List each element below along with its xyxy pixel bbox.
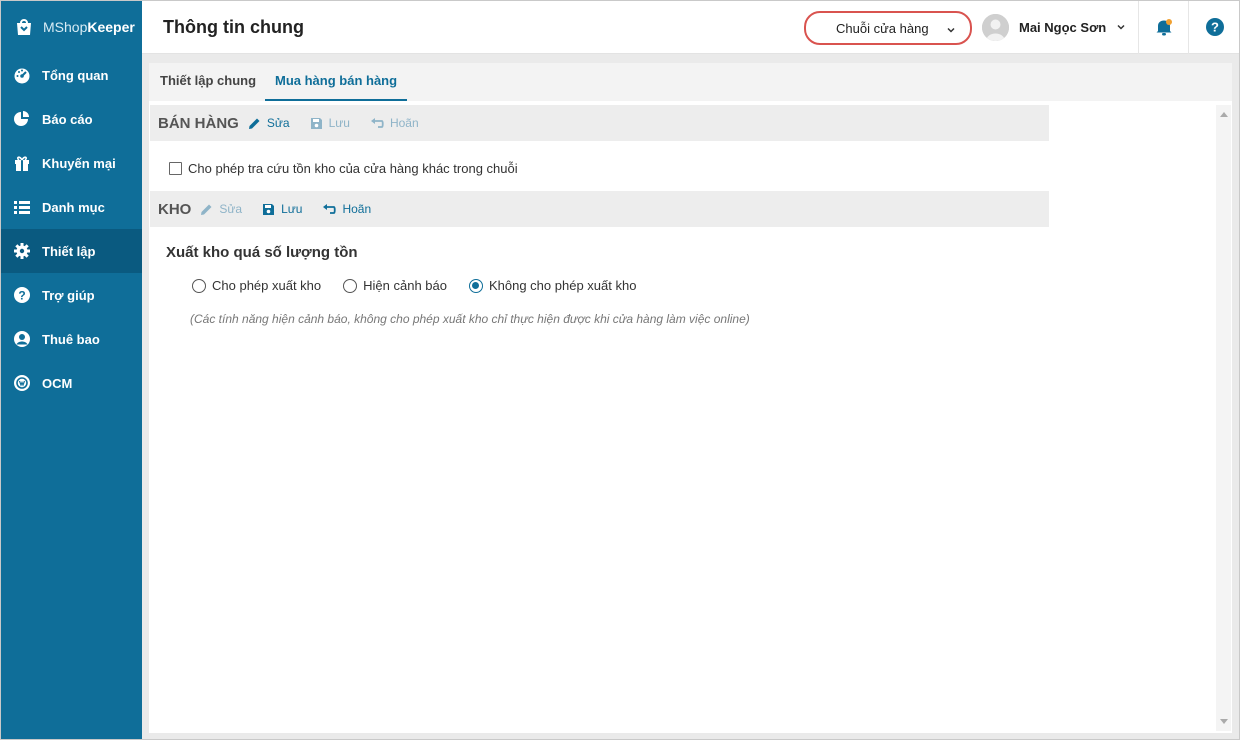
user-icon (13, 330, 31, 348)
tab-mua-hang-ban-hang[interactable]: Mua hàng bán hàng (265, 63, 408, 101)
scroll-up-arrow-icon[interactable] (1216, 107, 1231, 121)
user-name: Mai Ngọc Sơn (1019, 20, 1107, 35)
radio-show-warning[interactable]: Hiện cảnh báo (343, 278, 447, 293)
floppy-disk-icon (310, 117, 322, 129)
page-title: Thông tin chung (163, 17, 304, 37)
radio-button[interactable] (192, 278, 206, 293)
sidebar-item-tong-quan[interactable]: Tổng quan (1, 53, 142, 97)
save-button[interactable]: Lưu (262, 202, 302, 216)
sidebar-item-ocm[interactable]: OCM (1, 361, 142, 405)
chevron-down-icon (946, 23, 956, 38)
sidebar-item-bao-cao[interactable]: Báo cáo (1, 97, 142, 141)
gift-icon (13, 154, 31, 172)
radio-label: Cho phép xuất kho (212, 278, 322, 293)
overstock-export-options: Cho phép xuất kho Hiện cảnh báo Không ch… (192, 278, 658, 293)
section-title: KHO (158, 200, 192, 218)
tab-bar: Thiết lập chung Mua hàng bán hàng (149, 63, 1232, 101)
settings-panel: Thiết lập chung Mua hàng bán hàng BÁN HÀ… (149, 63, 1232, 733)
save-button[interactable]: Lưu (310, 116, 350, 130)
top-header: Thông tin chung Chuỗi cửa hàng Mai Ngọc … (142, 1, 1239, 54)
app-window: MShopKeeper Tổng quan Báo cáo Khuyến mại (0, 0, 1240, 740)
question-icon: ? (13, 286, 31, 304)
section-title: BÁN HÀNG (158, 114, 239, 132)
notification-bell-icon[interactable] (1154, 17, 1174, 40)
radio-allow-export[interactable]: Cho phép xuất kho (192, 278, 321, 293)
sidebar-item-danh-muc[interactable]: Danh mục (1, 185, 142, 229)
brand-name: MShopKeeper (43, 19, 135, 35)
brand-prefix: MShop (43, 19, 88, 35)
store-select-value: Chuỗi cửa hàng (836, 20, 929, 36)
save-button-label: Lưu (328, 116, 350, 130)
sidebar-item-label: Trợ giúp (42, 287, 95, 303)
sidebar-item-label: OCM (42, 375, 73, 391)
overstock-export-heading: Xuất kho quá số lượng tồn (166, 244, 358, 261)
scroll-down-arrow-icon[interactable] (1216, 715, 1231, 729)
chevron-down-icon (1116, 20, 1126, 35)
radio-disallow-export[interactable]: Không cho phép xuất kho (468, 278, 637, 293)
undo-button[interactable]: Hoãn (322, 202, 371, 216)
svg-text:?: ? (18, 289, 25, 303)
edit-button-label: Sửa (266, 116, 290, 130)
sidebar: MShopKeeper Tổng quan Báo cáo Khuyến mại (1, 1, 142, 739)
stock-lookup-label: Cho phép tra cứu tồn kho của cửa hàng kh… (188, 161, 518, 176)
sidebar-item-label: Tổng quan (42, 67, 109, 83)
dashboard-icon (13, 66, 31, 84)
gear-icon (13, 242, 31, 260)
avatar (982, 14, 1009, 41)
undo-icon (323, 204, 337, 214)
radio-label: Không cho phép xuất kho (488, 278, 637, 293)
sidebar-item-label: Thuê bao (42, 331, 100, 347)
brand[interactable]: MShopKeeper (1, 1, 142, 53)
edit-button[interactable]: Sửa (248, 116, 290, 130)
edit-button-label: Sửa (219, 202, 243, 216)
shop-bag-icon (13, 16, 35, 38)
tab-thiet-lap-chung[interactable]: Thiết lập chung (160, 63, 256, 101)
pie-chart-icon (13, 110, 31, 128)
warehouse-section-bar: KHO Sửa Lưu Hoãn (150, 191, 1049, 227)
help-icon[interactable]: ? (1205, 17, 1225, 40)
svg-text:?: ? (1211, 20, 1219, 35)
sidebar-item-tro-giup[interactable]: ? Trợ giúp (1, 273, 142, 317)
stock-lookup-option[interactable]: Cho phép tra cứu tồn kho của cửa hàng kh… (169, 161, 518, 176)
list-icon (13, 198, 31, 216)
sidebar-item-label: Thiết lập (42, 243, 96, 259)
edit-button[interactable]: Sửa (200, 202, 242, 216)
save-button-label: Lưu (281, 202, 303, 216)
stock-lookup-checkbox[interactable] (169, 162, 182, 175)
store-chain-select[interactable]: Chuỗi cửa hàng (804, 11, 972, 45)
undo-button-label: Hoãn (342, 202, 372, 216)
undo-button[interactable]: Hoãn (370, 116, 419, 130)
header-divider (1138, 1, 1139, 54)
pencil-icon (201, 204, 212, 215)
vertical-scrollbar[interactable] (1216, 105, 1231, 731)
floppy-disk-icon (263, 203, 275, 215)
sidebar-item-thue-bao[interactable]: Thuê bao (1, 317, 142, 361)
sidebar-item-label: Báo cáo (42, 111, 93, 127)
undo-button-label: Hoãn (389, 116, 419, 130)
online-only-note: (Các tính năng hiện cảnh báo, không cho … (190, 312, 750, 326)
undo-icon (370, 118, 384, 128)
radio-label: Hiện cảnh báo (363, 278, 447, 293)
sidebar-item-khuyen-mai[interactable]: Khuyến mại (1, 141, 142, 185)
sales-section-bar: BÁN HÀNG Sửa Lưu Hoãn (150, 105, 1049, 141)
sidebar-item-thiet-lap[interactable]: Thiết lập (1, 229, 142, 273)
header-divider (1188, 1, 1189, 54)
radio-button[interactable] (343, 278, 358, 293)
brand-suffix: Keeper (87, 19, 135, 35)
radio-button-selected[interactable] (468, 278, 483, 293)
ocm-icon (13, 374, 31, 392)
sidebar-item-label: Danh mục (42, 199, 105, 215)
user-menu[interactable]: Mai Ngọc Sơn (982, 1, 1126, 54)
sidebar-item-label: Khuyến mại (42, 155, 116, 171)
pencil-icon (248, 118, 260, 129)
